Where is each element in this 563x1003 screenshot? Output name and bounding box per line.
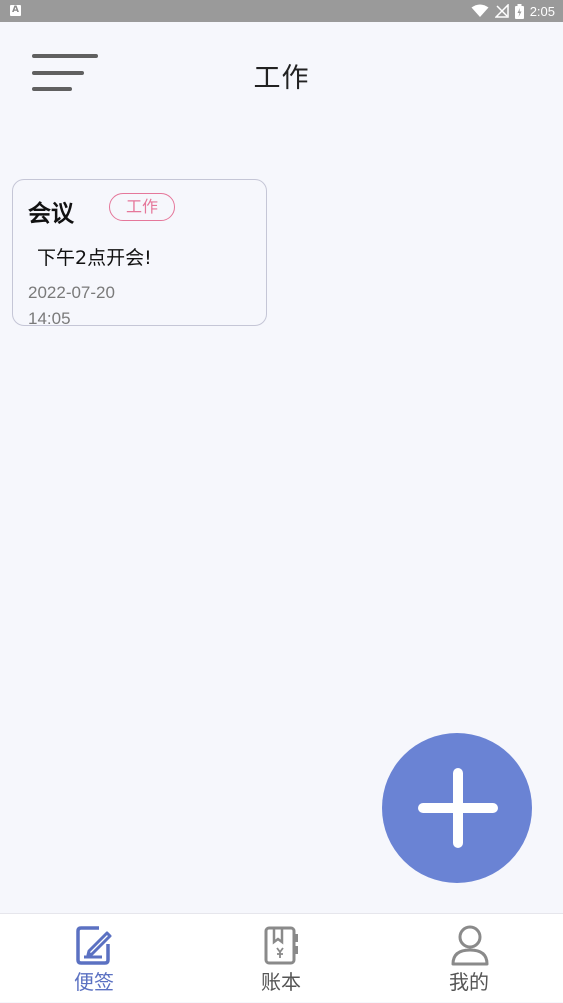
no-signal-icon xyxy=(494,4,509,18)
note-category-tag: 工作 xyxy=(109,193,175,221)
nav-label-profile: 我的 xyxy=(449,970,489,994)
note-title: 会议 xyxy=(28,201,74,227)
note-card[interactable]: 会议 工作 下午2点开会! 2022-07-20 14:05 xyxy=(12,179,267,328)
nav-item-notes[interactable]: 便签 xyxy=(34,914,154,1003)
wifi-icon xyxy=(471,4,489,17)
status-icons: 2:05 xyxy=(471,2,555,20)
app-notification-icon: A xyxy=(10,5,21,16)
ledger-book-icon xyxy=(264,926,298,965)
status-bar: A 2:05 xyxy=(0,0,563,22)
note-content: 下午2点开会! xyxy=(37,247,152,269)
note-edit-icon xyxy=(76,926,112,965)
note-timestamp: 2022-07-20 14:05 xyxy=(28,280,148,332)
add-note-button[interactable] xyxy=(382,733,532,883)
note-date: 2022-07-20 xyxy=(28,283,115,302)
page-title: 工作 xyxy=(253,63,310,94)
status-time: 2:05 xyxy=(529,3,555,19)
battery-charging-icon xyxy=(514,3,524,19)
nav-label-ledger: 账本 xyxy=(261,970,301,994)
user-profile-icon xyxy=(451,925,489,966)
bottom-nav: 便签 账本 我的 xyxy=(0,913,563,1002)
nav-item-profile[interactable]: 我的 xyxy=(409,914,529,1003)
nav-label-notes: 便签 xyxy=(74,970,114,994)
nav-item-ledger[interactable]: 账本 xyxy=(221,914,341,1003)
note-time: 14:05 xyxy=(28,309,71,328)
